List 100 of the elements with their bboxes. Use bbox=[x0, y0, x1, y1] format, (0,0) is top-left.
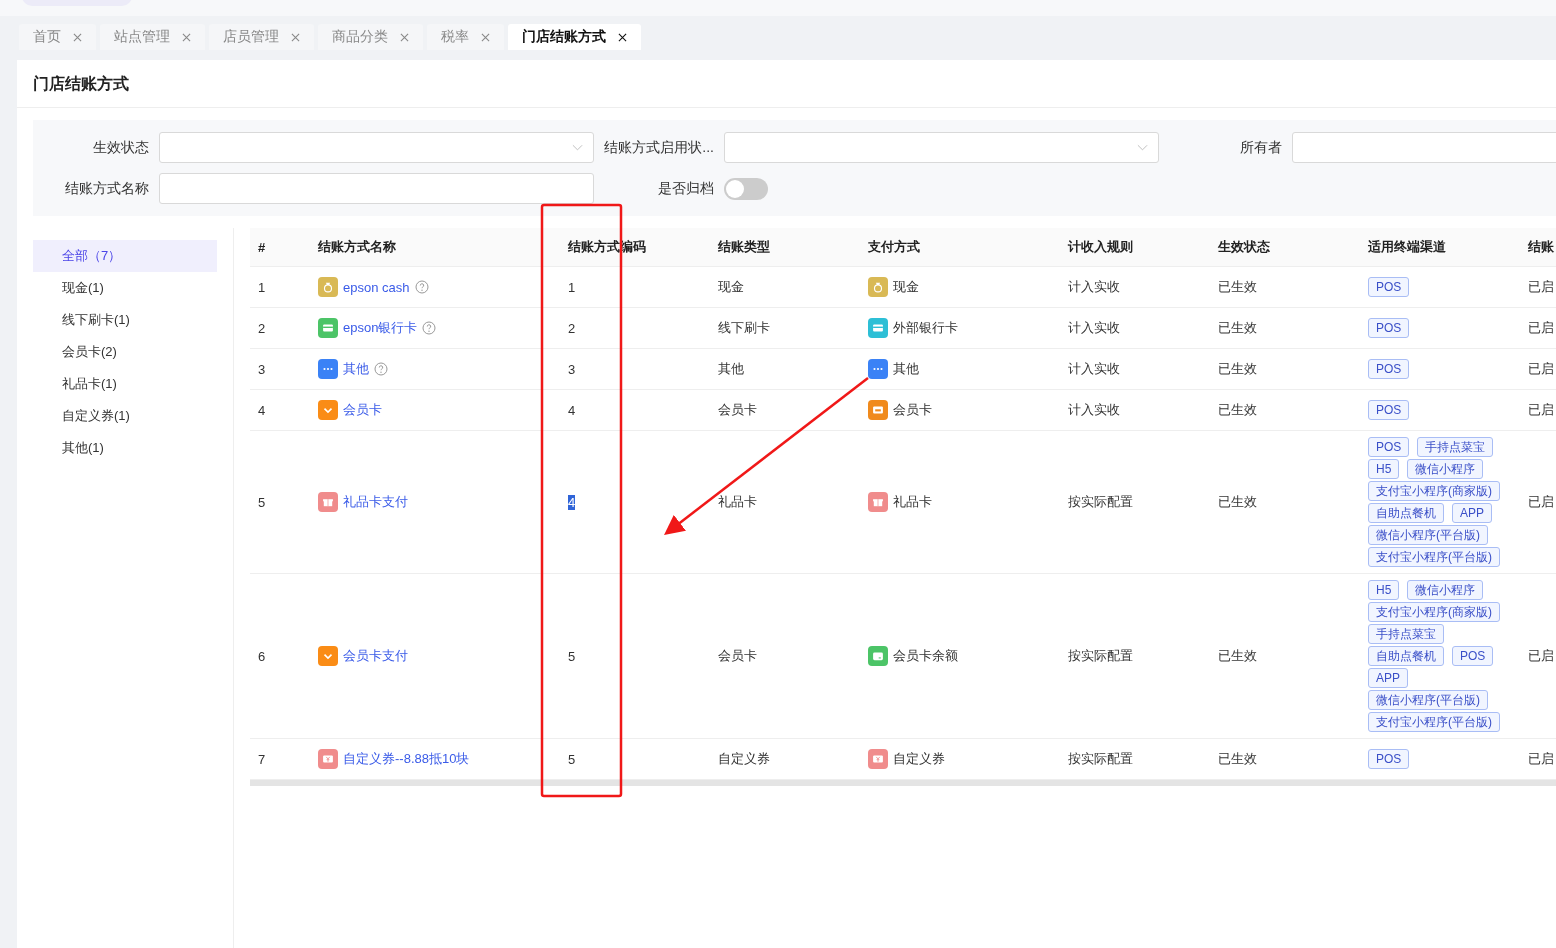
table-cell: 其他 bbox=[718, 361, 744, 376]
filter-label: 是否归档 bbox=[657, 179, 715, 198]
input-field[interactable] bbox=[1292, 132, 1556, 163]
column-header: 结账类型 bbox=[718, 239, 770, 254]
payment-name-link[interactable]: 自定义券--8.88抵10块 bbox=[343, 750, 470, 768]
payment-icon bbox=[318, 359, 338, 379]
help-icon[interactable] bbox=[422, 321, 437, 335]
page-tab[interactable]: 门店结账方式 bbox=[508, 24, 641, 50]
table-cell: 已启 bbox=[1528, 751, 1554, 766]
table-cell: 2 bbox=[258, 320, 266, 336]
sidebar-item[interactable]: 会员卡(2) bbox=[33, 336, 217, 368]
payment-name-link[interactable]: 礼品卡支付 bbox=[343, 493, 408, 511]
channel-tag: 自助点餐机 bbox=[1368, 646, 1444, 666]
sidebar-item[interactable]: 线下刷卡(1) bbox=[33, 304, 217, 336]
table-cell: 自定义券 bbox=[893, 750, 945, 768]
channel-tag: H5 bbox=[1368, 459, 1400, 479]
table-cell: 按实际配置 bbox=[1068, 494, 1133, 509]
toggle-switch[interactable] bbox=[724, 177, 768, 200]
column-header: # bbox=[258, 239, 266, 255]
page-tab[interactable]: 商品分类 bbox=[318, 24, 423, 50]
channel-tag: POS bbox=[1368, 318, 1410, 338]
sidebar-item[interactable]: 全部（7） bbox=[33, 240, 217, 272]
table-cell: 3 bbox=[568, 361, 576, 377]
payment-name-link[interactable]: 会员卡 bbox=[343, 401, 382, 419]
table-cell: 已生效 bbox=[1218, 648, 1257, 663]
select-field[interactable] bbox=[159, 132, 594, 163]
payment-icon bbox=[318, 749, 338, 769]
table-cell: 已启 bbox=[1528, 494, 1554, 509]
table-cell: 现金 bbox=[718, 279, 744, 294]
table-cell: 计入实收 bbox=[1068, 361, 1120, 376]
help-icon[interactable] bbox=[374, 362, 388, 376]
payment-name-link[interactable]: 会员卡支付 bbox=[343, 647, 408, 665]
select-field[interactable] bbox=[724, 132, 1159, 163]
page-tab[interactable]: 首页 bbox=[19, 24, 96, 50]
table-cell: 已启 bbox=[1528, 279, 1554, 294]
channel-tag: 手持点菜宝 bbox=[1417, 437, 1494, 457]
channel-tag: POS bbox=[1452, 646, 1494, 666]
channel-tag: POS bbox=[1368, 400, 1410, 420]
scrollbar[interactable] bbox=[250, 780, 1556, 786]
sidebar-item[interactable]: 自定义券(1) bbox=[33, 400, 217, 432]
table-cell: 会员卡 bbox=[718, 402, 757, 417]
payment-icon bbox=[318, 646, 338, 666]
sidebar-item[interactable]: 其他(1) bbox=[33, 432, 217, 464]
column-header: 生效状态 bbox=[1218, 239, 1270, 254]
table-cell: 已生效 bbox=[1218, 320, 1257, 335]
table-cell: 3 bbox=[258, 361, 266, 377]
table-cell: 5 bbox=[568, 648, 576, 664]
column-header: 支付方式 bbox=[868, 239, 920, 254]
payment-name-link[interactable]: epson银行卡 bbox=[343, 319, 418, 337]
channel-tag: H5 bbox=[1368, 580, 1400, 600]
channel-tag: 支付宝小程序(平台版) bbox=[1368, 547, 1500, 567]
sidebar-item[interactable]: 现金(1) bbox=[33, 272, 217, 304]
table-cell: 按实际配置 bbox=[1068, 751, 1133, 766]
sidebar-item[interactable]: 礼品卡(1) bbox=[33, 368, 217, 400]
payment-name-link[interactable]: 其他 bbox=[343, 360, 369, 378]
table-cell: 1 bbox=[258, 279, 266, 295]
payment-icon bbox=[868, 277, 888, 297]
table-cell: 会员卡 bbox=[718, 648, 757, 663]
channel-tag: POS bbox=[1368, 359, 1410, 379]
page-tab[interactable]: 税率 bbox=[427, 24, 504, 50]
column-header: 计收入规则 bbox=[1068, 239, 1133, 254]
payment-name-link[interactable]: epson cash bbox=[343, 279, 410, 295]
channel-tag: 手持点菜宝 bbox=[1368, 624, 1444, 644]
payment-icon bbox=[868, 359, 888, 379]
payment-icon bbox=[868, 318, 888, 338]
table-cell: 4 bbox=[568, 402, 576, 418]
channel-tag: POS bbox=[1368, 277, 1410, 297]
table-cell: 4 bbox=[258, 402, 266, 418]
table-cell: 现金 bbox=[893, 278, 919, 296]
page-title: 门店结账方式 bbox=[17, 60, 1556, 108]
table-cell: 已启 bbox=[1528, 648, 1554, 663]
table-cell: 1 bbox=[568, 279, 576, 295]
filter-label: 所有者 bbox=[1239, 138, 1283, 157]
table-cell: 已生效 bbox=[1218, 751, 1257, 766]
table-cell: 其他 bbox=[893, 360, 919, 378]
column-header: 适用终端渠道 bbox=[1368, 239, 1446, 254]
table-cell: 5 bbox=[568, 751, 576, 767]
channel-tag: 支付宝小程序(平台版) bbox=[1368, 712, 1500, 732]
channel-tag: APP bbox=[1452, 503, 1492, 523]
channel-tag: 微信小程序(平台版) bbox=[1368, 525, 1488, 545]
channel-tag: 微信小程序(平台版) bbox=[1368, 690, 1488, 710]
table-cell: 4 bbox=[568, 494, 576, 510]
payment-icon bbox=[318, 277, 338, 297]
channel-tag: 支付宝小程序(商家版) bbox=[1368, 481, 1500, 501]
close-icon[interactable] bbox=[618, 32, 627, 42]
table-cell: 自定义券 bbox=[718, 751, 770, 766]
table-cell: 已生效 bbox=[1218, 402, 1257, 417]
table-cell: 会员卡余额 bbox=[893, 647, 958, 665]
help-icon[interactable] bbox=[414, 280, 429, 294]
column-header: 结账 bbox=[1528, 239, 1554, 254]
input-field[interactable] bbox=[159, 173, 594, 204]
payment-icon bbox=[868, 749, 888, 769]
table-cell: 礼品卡 bbox=[718, 494, 757, 509]
payment-icon bbox=[868, 400, 888, 420]
page-tab[interactable]: 店员管理 bbox=[209, 24, 314, 50]
page-tab[interactable]: 站点管理 bbox=[100, 24, 205, 50]
channel-tag: APP bbox=[1368, 668, 1408, 688]
table-cell: 线下刷卡 bbox=[718, 320, 770, 335]
filter-label: 结账方式启用状... bbox=[603, 138, 715, 157]
table-cell: 已生效 bbox=[1218, 279, 1257, 294]
